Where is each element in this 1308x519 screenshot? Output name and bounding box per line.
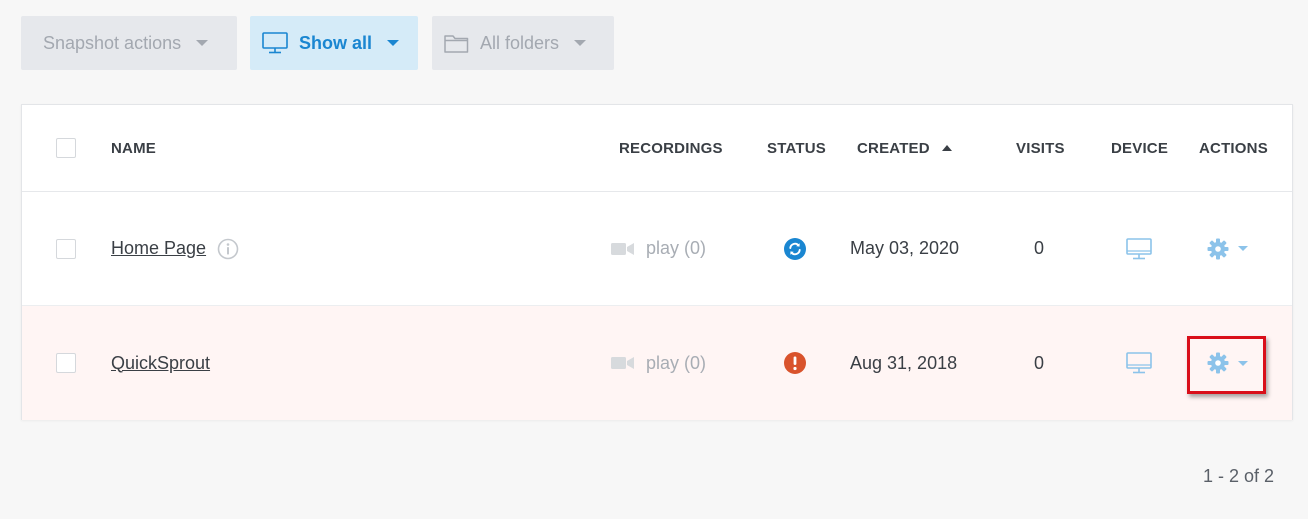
chevron-down-icon <box>196 40 209 46</box>
column-header-status[interactable]: STATUS <box>767 105 826 191</box>
all-folders-label: All folders <box>480 32 560 53</box>
show-all-label: Show all <box>299 32 373 53</box>
sync-icon <box>784 237 806 260</box>
chevron-down-icon <box>574 40 587 46</box>
name-cell: QuickSprout <box>111 306 210 420</box>
desktop-icon <box>262 32 288 54</box>
recordings-cell[interactable]: play (0) <box>611 192 706 305</box>
snapshot-actions-label: Snapshot actions <box>43 32 182 53</box>
row-checkbox[interactable] <box>56 238 76 259</box>
row-select-cell <box>56 306 76 420</box>
info-icon[interactable] <box>217 238 239 260</box>
column-header-actions: ACTIONS <box>1199 139 1268 157</box>
gear-icon <box>1207 238 1229 260</box>
row-select-cell <box>56 192 76 305</box>
video-camera-icon <box>611 242 635 256</box>
all-folders-dropdown[interactable]: All folders <box>432 16 614 70</box>
row-actions-menu[interactable] <box>1207 192 1248 305</box>
snapshots-table: NAME RECORDINGS STATUS CREATED VISITS DE… <box>21 104 1293 420</box>
desktop-icon <box>1126 352 1152 374</box>
snapshot-name-link[interactable]: QuickSprout <box>111 353 210 374</box>
sort-ascending-icon <box>941 145 952 151</box>
column-header-device[interactable]: DEVICE <box>1111 105 1168 191</box>
visits-count: 0 <box>1034 352 1045 373</box>
row-checkbox[interactable] <box>56 353 76 373</box>
table-header-row: NAME RECORDINGS STATUS CREATED VISITS DE… <box>22 105 1292 192</box>
table-row: Home Page play (0) May 03, 2020 0 <box>22 192 1292 306</box>
device-cell <box>1126 306 1152 420</box>
snapshot-actions-dropdown[interactable]: Snapshot actions <box>21 16 237 70</box>
row-actions-menu[interactable] <box>1207 306 1248 420</box>
snapshot-name-link[interactable]: Home Page <box>111 238 206 259</box>
status-cell <box>784 306 806 420</box>
column-header-name[interactable]: NAME <box>111 105 156 191</box>
alert-icon <box>784 352 806 374</box>
chevron-down-icon <box>1238 360 1248 366</box>
column-header-recordings[interactable]: RECORDINGS <box>619 105 723 191</box>
video-camera-icon <box>611 356 635 370</box>
device-cell <box>1126 192 1152 305</box>
created-date: May 03, 2020 <box>850 238 960 258</box>
recordings-cell[interactable]: play (0) <box>611 306 706 420</box>
gear-icon <box>1207 352 1229 374</box>
visits-count: 0 <box>1034 238 1045 258</box>
column-header-created-label: CREATED <box>857 139 930 157</box>
play-link[interactable]: play (0) <box>646 238 706 259</box>
column-header-created[interactable]: CREATED <box>857 105 952 191</box>
table-row: QuickSprout play (0) Aug 31, 2018 0 <box>22 306 1292 420</box>
chevron-down-icon <box>387 40 400 46</box>
play-link[interactable]: play (0) <box>646 353 706 374</box>
select-all-checkbox[interactable] <box>56 138 76 158</box>
show-all-dropdown[interactable]: Show all <box>250 16 418 70</box>
column-header-visits[interactable]: VISITS <box>1016 105 1065 191</box>
name-cell: Home Page <box>111 192 239 305</box>
select-all-cell <box>56 105 76 191</box>
desktop-icon <box>1126 237 1152 260</box>
status-cell <box>784 192 806 305</box>
chevron-down-icon <box>1238 246 1248 251</box>
folder-icon <box>444 33 469 53</box>
created-date: Aug 31, 2018 <box>850 352 958 373</box>
pagination-summary: 1 - 2 of 2 <box>1202 466 1274 486</box>
